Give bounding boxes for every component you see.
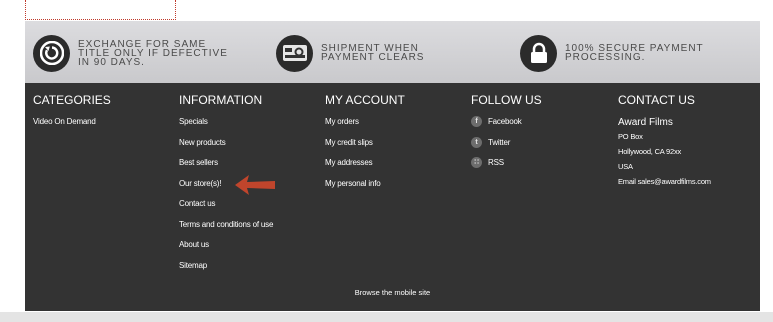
categories-title: CATEGORIES xyxy=(33,93,111,107)
contact-line: USA xyxy=(618,162,633,171)
social-link-rss[interactable]: ∷ RSS xyxy=(471,157,542,179)
follow-title: FOLLOW US xyxy=(471,93,542,107)
bottom-bar xyxy=(0,312,773,322)
account-title: MY ACCOUNT xyxy=(325,93,405,107)
info-link-new-products[interactable]: New products xyxy=(179,138,273,159)
reassurance-band: Exchange for same title only if defectiv… xyxy=(25,21,760,83)
info-link-specials[interactable]: Specials xyxy=(179,117,273,138)
exchange-icon xyxy=(33,34,70,72)
reassurance-shipment: Shipment when payment clears xyxy=(276,33,476,73)
account-block: MY ACCOUNT My orders My credit slips My … xyxy=(325,93,405,199)
social-label: Facebook xyxy=(488,117,522,126)
info-link-about-us[interactable]: About us xyxy=(179,240,273,261)
follow-block: FOLLOW US f Facebook t Twitter ∷ RSS xyxy=(471,93,542,179)
reassurance-secure: 100% secure payment processing. xyxy=(520,33,720,73)
info-link-terms[interactable]: Terms and conditions of use xyxy=(179,220,273,241)
annotation-arrow-icon xyxy=(235,175,275,195)
account-link-credit-slips[interactable]: My credit slips xyxy=(325,138,405,159)
information-title: INFORMATION xyxy=(179,93,263,107)
contact-line: PO Box xyxy=(618,132,643,141)
account-link-personal-info[interactable]: My personal info xyxy=(325,179,405,200)
account-link-orders[interactable]: My orders xyxy=(325,117,405,138)
search-input[interactable] xyxy=(25,0,176,20)
facebook-icon: f xyxy=(471,116,482,127)
twitter-icon: t xyxy=(471,136,482,148)
reassurance-exchange: Exchange for same title only if defectiv… xyxy=(33,33,233,73)
contact-line: Hollywood, CA 92xx xyxy=(618,147,682,156)
reassurance-text: Shipment when payment clears xyxy=(321,43,425,63)
footer: CATEGORIES Video On Demand INFORMATION S… xyxy=(25,83,760,311)
shipment-icon xyxy=(276,34,313,72)
contact-email[interactable]: Email sales@awardfilms.com xyxy=(618,177,711,192)
category-link[interactable]: Video On Demand xyxy=(33,117,111,138)
categories-block: CATEGORIES Video On Demand xyxy=(33,93,111,138)
browse-mobile-link[interactable]: Browse the mobile site xyxy=(25,288,760,297)
rss-icon: ∷ xyxy=(471,157,482,168)
social-label: RSS xyxy=(488,158,504,167)
social-link-twitter[interactable]: t Twitter xyxy=(471,136,542,159)
info-link-sitemap[interactable]: Sitemap xyxy=(179,261,273,282)
contact-title: CONTACT US xyxy=(618,93,695,107)
info-link-contact-us[interactable]: Contact us xyxy=(179,199,273,220)
page: Exchange for same title only if defectiv… xyxy=(0,0,773,322)
account-link-addresses[interactable]: My addresses xyxy=(325,158,405,179)
company-name: Award Films xyxy=(618,117,673,128)
social-label: Twitter xyxy=(488,137,511,147)
reassurance-text: Exchange for same title only if defectiv… xyxy=(78,38,228,68)
reassurance-text: 100% secure payment processing. xyxy=(565,43,704,63)
lock-icon xyxy=(520,34,557,72)
contact-block: CONTACT US Award Films PO Box Hollywood,… xyxy=(618,93,711,192)
social-link-facebook[interactable]: f Facebook xyxy=(471,116,542,138)
